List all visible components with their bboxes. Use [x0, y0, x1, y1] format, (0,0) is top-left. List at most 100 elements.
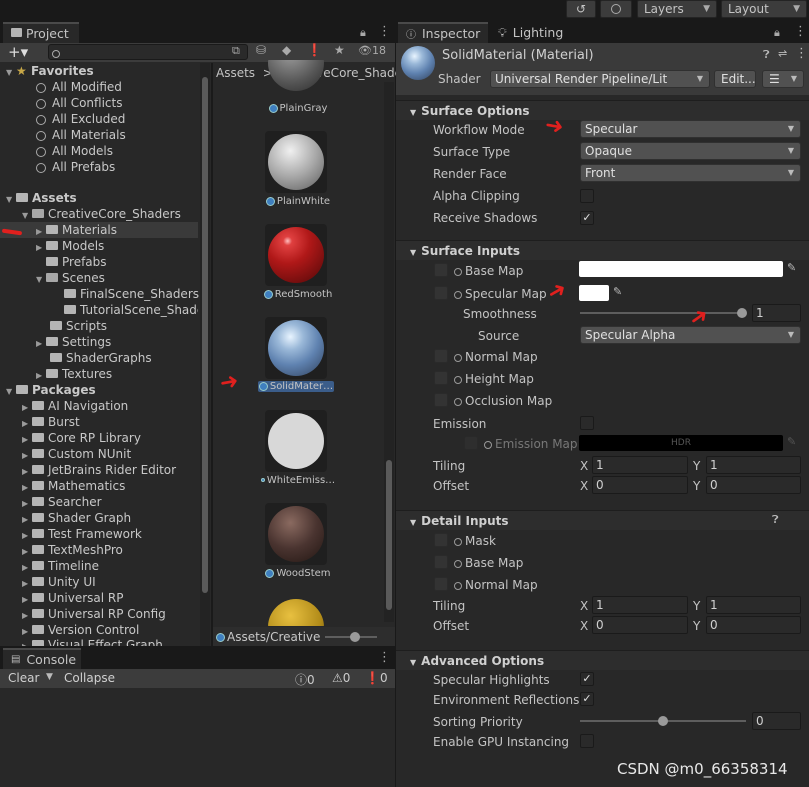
error-count[interactable]: ❗0	[365, 671, 388, 685]
more-icon[interactable]: ⋮	[795, 46, 808, 61]
section-surface-options[interactable]: ▼ Surface Options	[396, 100, 809, 120]
asset-thumbnail[interactable]	[265, 131, 327, 193]
package-item[interactable]: ▶ Burst	[22, 414, 80, 430]
section-surface-inputs[interactable]: ▼ Surface Inputs	[396, 240, 809, 260]
presets-icon[interactable]: ⇌	[778, 47, 787, 60]
project-search-input[interactable]	[48, 44, 248, 60]
add-icon[interactable]: +▾	[8, 43, 28, 61]
tree-scrollbar-thumb[interactable]	[202, 77, 208, 593]
eyedropper-icon[interactable]: ✎	[787, 261, 796, 274]
tab-lighting[interactable]: 💡︎ Lighting	[490, 22, 570, 43]
tree-item-prefabs[interactable]: Prefabs	[46, 254, 107, 270]
package-item[interactable]: ▶ Universal RP Config	[22, 606, 166, 622]
offset-y-input[interactable]: 0	[706, 476, 801, 494]
history-icon[interactable]: ↺	[566, 0, 596, 18]
favorite-item[interactable]: All Prefabs	[36, 159, 115, 175]
asset-thumbnail[interactable]	[265, 596, 327, 626]
tree-item-textures[interactable]: ▶ Textures	[36, 366, 112, 382]
tab-project[interactable]: Project	[3, 22, 79, 43]
tree-item-models[interactable]: ▶ Models	[36, 238, 104, 254]
tab-inspector[interactable]: ⓘ Inspector	[398, 22, 488, 43]
height-map-slot[interactable]	[434, 371, 448, 385]
texture-picker-icon[interactable]	[454, 353, 462, 362]
package-item[interactable]: ▶ Version Control	[22, 622, 139, 638]
tree-item-scenes[interactable]: ▼ Scenes	[36, 270, 105, 286]
layout-dropdown[interactable]: Layout ▼	[721, 0, 807, 18]
emission-hdr-swatch[interactable]: HDR	[579, 435, 783, 451]
asset-label[interactable]: WhiteEmiss…	[258, 475, 338, 486]
asset-label[interactable]: PlainWhite	[258, 196, 338, 207]
filter-type-icon[interactable]: ⛁	[256, 43, 266, 57]
open-window-icon[interactable]: ⧉	[232, 44, 240, 58]
offset-x-input[interactable]: 0	[592, 476, 688, 494]
shader-dropdown[interactable]: Universal Render Pipeline/Lit ▼	[490, 70, 710, 88]
tree-item-tutorialscene[interactable]: TutorialScene_Shade	[64, 302, 198, 318]
texture-picker-icon[interactable]	[454, 581, 462, 590]
help-icon[interactable]: ❓︎	[772, 513, 779, 527]
grid-scrollbar-thumb[interactable]	[386, 460, 392, 610]
eyedropper-icon[interactable]: ✎	[613, 285, 622, 298]
package-item[interactable]: ▶Visual Effect Graph	[22, 637, 163, 646]
package-item[interactable]: ▶ Test Framework	[22, 526, 142, 542]
lock-icon[interactable]: 🔒︎	[774, 26, 780, 40]
package-item[interactable]: ▶ Universal RP	[22, 590, 123, 606]
smoothness-source-dropdown[interactable]: Specular Alpha ▼	[580, 326, 801, 344]
render-face-dropdown[interactable]: Front ▼	[580, 164, 801, 182]
package-item[interactable]: ▶ Custom NUnit	[22, 446, 131, 462]
emission-checkbox[interactable]	[580, 416, 594, 430]
smoothness-value[interactable]: 1	[752, 304, 801, 322]
favorite-item[interactable]: All Excluded	[36, 111, 125, 127]
package-item[interactable]: ▶ AI Navigation	[22, 398, 128, 414]
asset-thumbnail[interactable]	[265, 503, 327, 565]
detail-tiling-y-input[interactable]: 1	[706, 596, 801, 614]
specular-color-swatch[interactable]	[579, 285, 609, 301]
texture-picker-icon[interactable]	[454, 375, 462, 384]
packages-header[interactable]: ▼ Packages	[6, 382, 96, 398]
shader-menu-button[interactable]: ☰ ▼	[762, 70, 804, 88]
favorite-item[interactable]: All Materials	[36, 127, 126, 143]
tree-item-materials[interactable]: ▶ Materials	[0, 222, 198, 238]
asset-thumbnail[interactable]	[265, 60, 327, 95]
detail-normal-map-slot[interactable]	[434, 577, 448, 591]
favorites-header[interactable]: ▼ ★ Favorites	[6, 63, 94, 79]
favorite-item[interactable]: All Modified	[36, 79, 122, 95]
more-icon[interactable]: ⋮	[794, 24, 807, 39]
tree-item-shadergraphs[interactable]: ShaderGraphs	[50, 350, 152, 366]
section-advanced-options[interactable]: ▼ Advanced Options	[396, 650, 809, 670]
assets-header[interactable]: ▼ Assets	[6, 190, 77, 206]
label-tag-icon[interactable]: ◆	[282, 43, 291, 57]
package-item[interactable]: ▶ TextMeshPro	[22, 542, 123, 558]
warning-count[interactable]: ⚠0	[332, 671, 350, 685]
package-item[interactable]: ▶ Core RP Library	[22, 430, 141, 446]
environment-reflections-checkbox[interactable]: ✓	[580, 692, 594, 706]
favorite-item[interactable]: All Conflicts	[36, 95, 122, 111]
asset-thumbnail[interactable]	[265, 224, 327, 286]
asset-label[interactable]: PlainGray	[258, 103, 338, 114]
package-item[interactable]: ▶ Unity UI	[22, 574, 96, 590]
more-icon[interactable]: ⋮	[378, 24, 391, 39]
texture-picker-icon[interactable]	[454, 267, 462, 276]
base-color-swatch[interactable]	[579, 261, 783, 277]
warning-filter-icon[interactable]: ❗	[307, 43, 322, 57]
receive-shadows-checkbox[interactable]: ✓	[580, 211, 594, 225]
smoothness-slider[interactable]	[580, 312, 742, 314]
detail-offset-y-input[interactable]: 0	[706, 616, 801, 634]
detail-tiling-x-input[interactable]: 1	[592, 596, 688, 614]
package-item[interactable]: ▶ JetBrains Rider Editor	[22, 462, 176, 478]
normal-map-slot[interactable]	[434, 349, 448, 363]
specular-map-slot[interactable]	[434, 286, 448, 300]
tiling-y-input[interactable]: 1	[706, 456, 801, 474]
detail-offset-x-input[interactable]: 0	[592, 616, 688, 634]
package-item[interactable]: ▶ Shader Graph	[22, 510, 131, 526]
alpha-clipping-checkbox[interactable]	[580, 189, 594, 203]
detail-mask-slot[interactable]	[434, 533, 448, 547]
texture-picker-icon[interactable]	[454, 537, 462, 546]
asset-thumbnail[interactable]	[265, 317, 327, 379]
sorting-priority-value[interactable]: 0	[752, 712, 801, 730]
info-count[interactable]: ⓘ0	[295, 671, 315, 688]
thumbnail-size-knob[interactable]	[350, 632, 360, 642]
clear-button[interactable]: Clear	[8, 671, 39, 685]
edit-shader-button[interactable]: Edit...	[714, 70, 756, 88]
texture-picker-icon[interactable]	[454, 397, 462, 406]
lock-icon[interactable]: 🔒︎	[360, 26, 366, 40]
